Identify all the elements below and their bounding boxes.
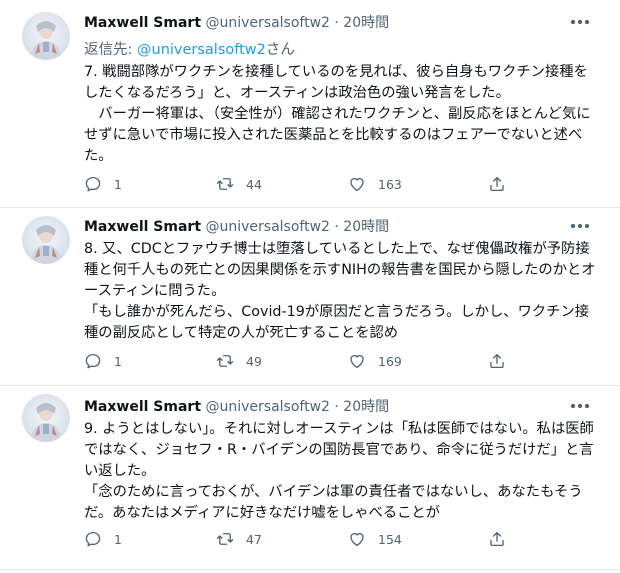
reply-button[interactable]: 1 [84,350,122,372]
share-button[interactable] [488,528,506,550]
tweet-actions: 1 49 169 [84,350,514,372]
more-options-icon[interactable] [568,398,592,414]
divider [0,569,620,570]
replying-to: 返信先: @universalsoftw2さん [84,38,295,59]
avatar[interactable] [22,394,70,442]
header-separator: · [334,219,339,235]
like-button[interactable]: 154 [348,528,402,550]
like-count: 163 [378,176,402,192]
reply-prefix: 返信先: [84,42,137,58]
tweet[interactable]: Maxwell Smart @universalsoftw2 · 20時間 9.… [0,386,620,573]
reply-button[interactable]: 1 [84,173,122,195]
heart-icon [350,354,364,369]
tweet[interactable]: Maxwell Smart @universalsoftw2 · 20時間 返信… [0,0,620,207]
tweet-feed: Maxwell Smart @universalsoftw2 · 20時間 返信… [0,0,620,573]
header-separator: · [334,15,339,31]
avatar[interactable] [22,216,70,264]
reply-suffix: さん [265,42,295,58]
tweet-text: 8. 又、CDCとファウチ博士は堕落しているとした上で、なぜ傀儡政権が予防接種と… [84,241,596,341]
tweet-header: Maxwell Smart @universalsoftw2 · 20時間 [84,398,389,416]
retweet-count: 49 [246,353,262,369]
share-icon [490,531,504,547]
heart-icon [350,532,364,547]
author-handle[interactable]: @universalsoftw2 [205,399,329,415]
like-button[interactable]: 163 [348,173,402,195]
tweet-text: 7. 戦闘部隊がワクチンを接種しているのを見れば、彼ら自身もワクチン接種をしたく… [84,64,591,164]
retweet-icon [216,533,234,545]
retweet-button[interactable]: 44 [216,173,262,195]
avatar-figure-icon [30,225,62,264]
author-handle[interactable]: @universalsoftw2 [205,219,329,235]
heart-icon [350,177,364,192]
reply-count: 1 [114,531,122,547]
tweet-actions: 1 47 154 [84,528,514,550]
author-name[interactable]: Maxwell Smart [84,219,201,235]
retweet-button[interactable]: 49 [216,350,262,372]
share-button[interactable] [488,350,506,372]
reply-icon [85,531,101,547]
reply-count: 1 [114,353,122,369]
retweet-icon [216,178,234,190]
timestamp[interactable]: 20時間 [343,399,389,415]
header-separator: · [334,399,339,415]
retweet-icon [216,355,234,367]
tweet-header: Maxwell Smart @universalsoftw2 · 20時間 [84,218,389,236]
tweet[interactable]: Maxwell Smart @universalsoftw2 · 20時間 8.… [0,208,620,388]
avatar-figure-icon [30,403,62,442]
retweet-count: 47 [246,531,262,547]
like-count: 169 [378,353,402,369]
reply-count: 1 [114,176,122,192]
reply-icon [85,176,101,192]
share-icon [490,353,504,369]
like-button[interactable]: 169 [348,350,402,372]
more-options-icon[interactable] [568,14,592,30]
author-name[interactable]: Maxwell Smart [84,15,201,31]
author-handle[interactable]: @universalsoftw2 [205,15,329,31]
author-name[interactable]: Maxwell Smart [84,399,201,415]
like-count: 154 [378,531,402,547]
retweet-button[interactable]: 47 [216,528,262,550]
avatar-figure-icon [30,21,62,60]
tweet-header: Maxwell Smart @universalsoftw2 · 20時間 [84,14,389,32]
timestamp[interactable]: 20時間 [343,219,389,235]
timestamp[interactable]: 20時間 [343,15,389,31]
more-options-icon[interactable] [568,218,592,234]
avatar[interactable] [22,12,70,60]
reply-handle-link[interactable]: @universalsoftw2 [137,42,266,58]
tweet-text: 9. ようとはしない」。それに対しオースティンは「私は医師ではない。私は医師では… [84,421,594,521]
tweet-actions: 1 44 163 [84,173,514,195]
retweet-count: 44 [246,176,262,192]
reply-button[interactable]: 1 [84,528,122,550]
share-button[interactable] [488,173,506,195]
reply-icon [85,353,101,369]
share-icon [490,176,504,192]
